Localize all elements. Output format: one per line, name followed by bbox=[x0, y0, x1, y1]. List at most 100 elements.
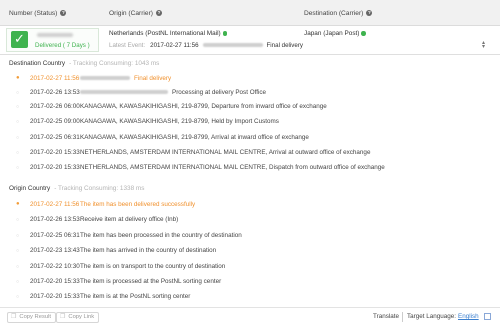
destination-country-title: Destination Country bbox=[9, 60, 66, 67]
event-time: 2017-02-23 13:43 bbox=[30, 247, 80, 254]
event-marker-icon: ○ bbox=[16, 135, 20, 141]
redacted-location bbox=[202, 43, 263, 48]
event-marker-icon: ○ bbox=[16, 217, 20, 223]
origin-event-row: ○ 2017-02-20 15:33 The item is at the Po… bbox=[0, 293, 500, 305]
event-marker-icon: ● bbox=[16, 75, 20, 81]
event-marker-icon: ○ bbox=[16, 233, 20, 239]
event-time: 2017-02-20 15:33 bbox=[30, 293, 80, 300]
event-time: 2017-02-27 11:56 bbox=[30, 201, 80, 208]
target-language-label: Target Language: bbox=[407, 313, 457, 320]
latest-event-time: 2017-02-27 11:56 bbox=[150, 42, 199, 49]
event-desc: The item is on transport to the country … bbox=[80, 263, 226, 270]
latest-event-desc: Final delivery bbox=[266, 42, 303, 49]
event-desc: Receive item at delivery office (Inb) bbox=[80, 216, 179, 223]
event-marker-icon: ○ bbox=[16, 90, 20, 96]
help-icon[interactable]: ? bbox=[366, 10, 373, 17]
origin-event-row: ○ 2017-02-26 13:53 Receive item at deliv… bbox=[0, 216, 500, 228]
help-icon[interactable]: ? bbox=[155, 10, 162, 17]
divider bbox=[402, 312, 403, 322]
event-marker-icon: ○ bbox=[16, 264, 20, 270]
destination-tracking-consuming: - Tracking Consuming: 1043 ms bbox=[69, 60, 160, 67]
footer-bar: ❐ Copy Result ❐ Copy Link Translate Target… bbox=[0, 307, 500, 326]
destination-carrier-name: Japan (Japan Post) bbox=[304, 30, 360, 37]
origin-carrier-label: Origin (Carrier) bbox=[109, 10, 153, 17]
destination-event-row: ○ 2017-02-26 06:00 KANAGAWA, KAWASAKIHIG… bbox=[0, 103, 500, 115]
expand-toggle-icon[interactable]: ▴ ▾ bbox=[482, 40, 485, 50]
destination-event-row: ○ 2017-02-26 13:53 Processing at deliver… bbox=[0, 89, 500, 101]
event-marker-icon: ○ bbox=[16, 150, 20, 156]
copy-icon: ❐ bbox=[60, 314, 66, 320]
event-marker-icon: ○ bbox=[16, 119, 20, 125]
event-time: 2017-02-27 11:56 bbox=[30, 75, 80, 82]
event-desc: The item has been processed in the count… bbox=[80, 232, 242, 239]
event-desc: The item has been delivered successfully bbox=[80, 201, 196, 208]
status-dot-icon bbox=[222, 31, 228, 36]
event-time: 2017-02-20 15:33 bbox=[30, 164, 80, 171]
event-desc: The item is processed at the PostNL sort… bbox=[80, 278, 222, 285]
event-time: 2017-02-25 06:31 bbox=[30, 134, 80, 141]
translate-button[interactable]: Translate bbox=[373, 313, 399, 320]
copy-link-button[interactable]: ❐ Copy Link bbox=[56, 312, 100, 323]
check-icon: ✓ bbox=[11, 31, 28, 48]
origin-event-row: ○ 2017-02-22 10:30 The item is on transp… bbox=[0, 263, 500, 275]
event-desc: Final delivery bbox=[80, 75, 171, 82]
destination-event-row: ● 2017-02-27 11:56 Final delivery bbox=[0, 75, 500, 87]
destination-carrier: Japan (Japan Post) bbox=[304, 30, 366, 37]
event-desc: NETHERLANDS, AMSTERDAM INTERNATIONAL MAI… bbox=[80, 164, 385, 171]
copy-result-button[interactable]: ❐ Copy Result bbox=[7, 312, 56, 323]
event-marker-icon: ● bbox=[16, 201, 20, 207]
number-status-label: Number (Status) bbox=[9, 10, 58, 17]
tracking-summary-row: ✓ Delivered ( 7 Days ) Netherlands (Post… bbox=[0, 26, 500, 55]
origin-carrier-name: Netherlands (PostNL International Mail) bbox=[109, 30, 221, 37]
origin-country-title: Origin Country bbox=[9, 185, 51, 192]
target-language-select[interactable]: English bbox=[458, 313, 479, 320]
redacted-tracking-number bbox=[37, 33, 73, 37]
event-desc-text: Processing at delivery Post Office bbox=[172, 89, 267, 96]
redacted-location bbox=[80, 76, 130, 81]
origin-tracking-consuming: - Tracking Consuming: 1338 ms bbox=[54, 185, 145, 192]
event-time: 2017-02-22 10:30 bbox=[30, 263, 80, 270]
event-desc: The item has arrived in the country of d… bbox=[80, 247, 217, 254]
destination-event-row: ○ 2017-02-20 15:33 NETHERLANDS, AMSTERDA… bbox=[0, 164, 500, 176]
event-desc-text: Final delivery bbox=[134, 75, 172, 82]
help-icon[interactable]: ? bbox=[60, 10, 67, 17]
event-desc: KANAGAWA, KAWASAKIHIGASHI, 219-8799, Dep… bbox=[80, 103, 327, 110]
destination-event-row: ○ 2017-02-25 06:31 KANAGAWA, KAWASAKIHIG… bbox=[0, 134, 500, 146]
event-marker-icon: ○ bbox=[16, 248, 20, 254]
event-time: 2017-02-26 13:53 bbox=[30, 216, 80, 223]
status-dot-icon bbox=[361, 31, 366, 36]
destination-country-heading: Destination Country - Tracking Consuming:… bbox=[9, 60, 159, 67]
event-time: 2017-02-26 06:00 bbox=[30, 103, 80, 110]
event-desc: KANAGAWA, KAWASAKIHIGASHI, 219-8799, Hel… bbox=[80, 118, 279, 125]
destination-event-row: ○ 2017-02-20 15:33 NETHERLANDS, AMSTERDA… bbox=[0, 149, 500, 161]
event-time: 2017-02-26 13:53 bbox=[30, 89, 80, 96]
event-marker-icon: ○ bbox=[16, 294, 20, 300]
copy-icon: ❐ bbox=[11, 314, 17, 320]
event-marker-icon: ○ bbox=[16, 279, 20, 285]
event-time: 2017-02-20 15:33 bbox=[30, 278, 80, 285]
origin-carrier: Netherlands (PostNL International Mail) bbox=[109, 30, 228, 37]
origin-event-row: ○ 2017-02-25 06:31 The item has been pro… bbox=[0, 232, 500, 244]
destination-carrier-column: Destination (Carrier)? bbox=[304, 10, 373, 17]
delivered-status-label: Delivered ( 7 Days ) bbox=[35, 42, 90, 49]
event-desc: The item is at the PostNL sorting center bbox=[80, 293, 191, 300]
event-desc: NETHERLANDS, AMSTERDAM INTERNATIONAL MAI… bbox=[80, 149, 371, 156]
origin-event-row: ○ 2017-02-23 13:43 The item has arrived … bbox=[0, 247, 500, 259]
translate-checkbox[interactable] bbox=[484, 313, 491, 320]
table-header: Number (Status)? Origin (Carrier)? Desti… bbox=[0, 0, 500, 26]
origin-country-heading: Origin Country - Tracking Consuming: 1338… bbox=[9, 185, 144, 192]
destination-event-row: ○ 2017-02-25 09:00 KANAGAWA, KAWASAKIHIG… bbox=[0, 118, 500, 130]
copy-link-label: Copy Link bbox=[68, 314, 95, 320]
status-box[interactable]: ✓ Delivered ( 7 Days ) bbox=[6, 28, 99, 52]
latest-event-label: Latest Event: bbox=[109, 42, 146, 49]
event-time: 2017-02-25 09:00 bbox=[30, 118, 80, 125]
event-marker-icon: ○ bbox=[16, 104, 20, 110]
event-time: 2017-02-25 06:31 bbox=[30, 232, 80, 239]
destination-carrier-label: Destination (Carrier) bbox=[304, 10, 364, 17]
number-status-column: Number (Status)? bbox=[9, 10, 67, 17]
copy-result-label: Copy Result bbox=[19, 314, 51, 320]
origin-event-row: ● 2017-02-27 11:56 The item has been del… bbox=[0, 201, 500, 213]
origin-event-row: ○ 2017-02-20 15:33 The item is processed… bbox=[0, 278, 500, 290]
origin-carrier-column: Origin (Carrier)? bbox=[109, 10, 162, 17]
event-desc: Processing at delivery Post Office bbox=[80, 89, 266, 96]
